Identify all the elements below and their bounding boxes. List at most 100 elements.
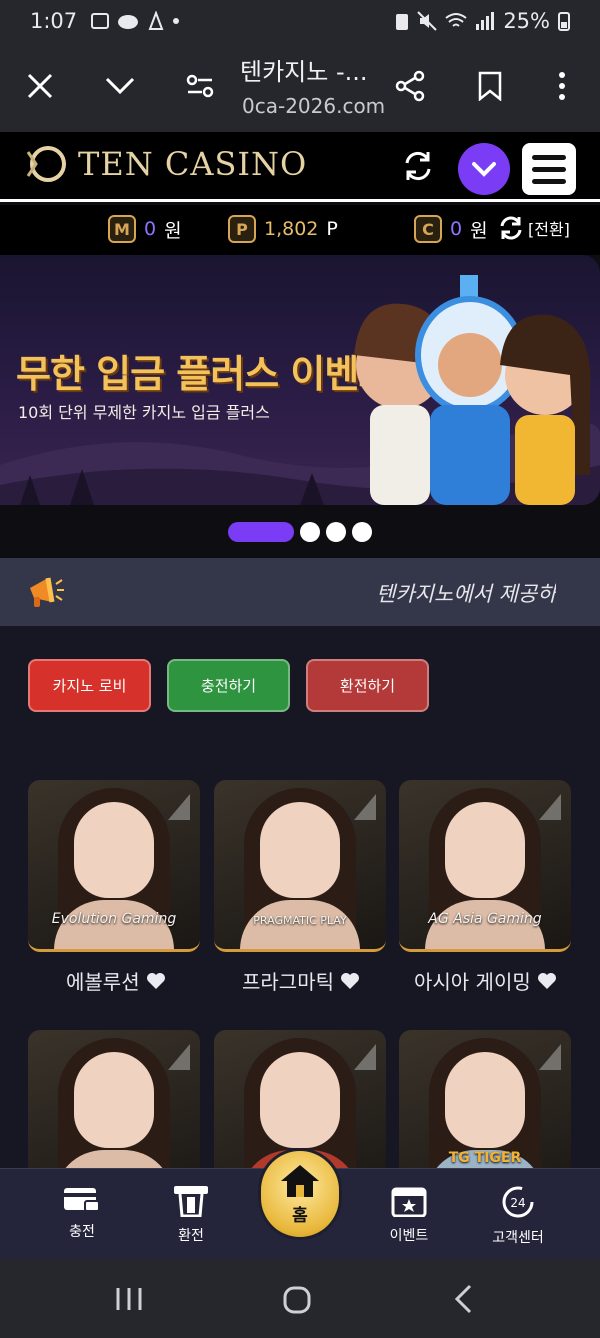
gallery-icon xyxy=(91,13,110,29)
page-title: 텐카지노 -... xyxy=(240,58,368,86)
game-card-evolution[interactable]: Evolution Gaming xyxy=(28,780,200,952)
close-tab-button[interactable] xyxy=(18,64,62,108)
notification-icons xyxy=(91,11,180,31)
home-button[interactable]: 홈 xyxy=(258,1148,342,1240)
m-coin-icon: M xyxy=(108,215,136,243)
site-header: TEN CASINO xyxy=(0,132,600,202)
browser-toolbar: 텐카지노 -... 0ca-2026.com xyxy=(0,42,600,132)
heart-icon[interactable] xyxy=(146,972,166,990)
system-nav-bar xyxy=(0,1258,600,1338)
game-label-pragmatic[interactable]: 프라그마틱 xyxy=(242,966,360,995)
battery-percent: 25% xyxy=(503,9,550,33)
share-button[interactable] xyxy=(388,64,432,108)
game-card-pragmatic[interactable]: PRAGMATIC PLAY xyxy=(214,780,386,952)
wifi-icon xyxy=(445,13,467,27)
balance-bar: M 0 원 P 1,802 P C 0 원 [전환] xyxy=(0,205,600,255)
menu-icon xyxy=(532,154,566,160)
money-value: 0 xyxy=(144,218,157,240)
point-value: 1,802 xyxy=(264,218,319,240)
money-unit: 원 xyxy=(164,219,182,242)
pager-dot-active[interactable] xyxy=(228,522,294,542)
back-button[interactable] xyxy=(452,1284,476,1314)
nav-events-label: 이벤트 xyxy=(389,1228,429,1244)
pager-dot[interactable] xyxy=(326,522,346,542)
bookmark-button[interactable] xyxy=(468,64,512,108)
point-unit: P xyxy=(326,218,338,240)
pager-dot[interactable] xyxy=(352,522,372,542)
refresh-button[interactable] xyxy=(400,148,436,184)
heart-icon[interactable] xyxy=(340,972,360,990)
convert-button[interactable]: [전환] xyxy=(498,215,570,241)
nav-support-label: 고객센터 xyxy=(492,1230,544,1246)
nav-exchange[interactable]: 환전 xyxy=(146,1185,236,1245)
more-notifications-dot xyxy=(173,18,180,24)
home-system-button[interactable] xyxy=(282,1286,312,1314)
provider-logo: AG Asia Gaming xyxy=(428,911,542,927)
casino-lobby-button[interactable]: 카지노 로비 xyxy=(28,659,151,712)
provider-logo: Evolution Gaming xyxy=(51,911,177,927)
nav-events[interactable]: 이벤트 xyxy=(364,1185,454,1245)
home-icon xyxy=(281,1164,319,1197)
banner-pager xyxy=(0,520,600,544)
home-circle-icon xyxy=(283,1286,311,1314)
nav-charge[interactable]: 충전 xyxy=(37,1185,127,1241)
chevron-down-icon xyxy=(472,162,496,177)
nav-exchange-label: 환전 xyxy=(178,1228,204,1244)
heart-icon[interactable] xyxy=(537,972,557,990)
game-label-evolution[interactable]: 에볼루션 xyxy=(66,966,166,995)
provider-logo: PRAGMATIC PLAY xyxy=(253,914,347,927)
card-icon xyxy=(64,1188,100,1212)
notice-text: 텐카지노에서 제공하는 xyxy=(376,582,556,606)
banner-subtitle: 10회 단위 무제한 카지노 입금 플러스 xyxy=(18,403,270,422)
banner-title: 무한 입금 플러스 이벤트 xyxy=(16,352,393,396)
dropdown-button[interactable] xyxy=(458,143,510,195)
promo-banner[interactable]: 무한 입금 플러스 이벤트 10회 단위 무제한 카지노 입금 플러스 xyxy=(0,255,600,505)
page-url[interactable]: 0ca-2026.com xyxy=(242,94,385,118)
more-vert-icon xyxy=(559,72,565,100)
casino-balance: C 0 원 xyxy=(414,215,488,243)
share-icon xyxy=(395,70,425,102)
site-settings-button[interactable] xyxy=(178,64,222,108)
charge-button[interactable]: 충전하기 xyxy=(167,659,290,712)
casino-unit: 원 xyxy=(470,219,488,242)
status-time: 1:07 xyxy=(30,9,78,33)
game-card-asia-gaming[interactable]: AG Asia Gaming xyxy=(399,780,571,952)
battery-icon xyxy=(558,12,570,31)
casino-value: 0 xyxy=(450,218,463,240)
exchange-button[interactable]: 환전하기 xyxy=(306,659,429,712)
back-icon xyxy=(454,1284,472,1314)
site-logo[interactable]: TEN CASINO xyxy=(26,144,307,184)
banner-characters-illustration xyxy=(354,275,591,505)
battery-saver-icon xyxy=(396,14,409,30)
refresh-icon xyxy=(405,151,431,181)
calendar-star-icon xyxy=(391,1187,427,1217)
app-icon xyxy=(148,11,164,30)
cloud-icon xyxy=(118,15,139,29)
support-24h-icon: 24 xyxy=(502,1186,534,1218)
main-content: 카지노 로비 충전하기 환전하기 Evolution Gaming PRAGMA… xyxy=(0,626,600,1202)
p-coin-icon: P xyxy=(228,215,256,243)
recent-apps-button[interactable] xyxy=(114,1286,144,1312)
minimize-button[interactable] xyxy=(98,64,142,108)
c-coin-icon: C xyxy=(414,215,442,243)
game-label-asia-gaming[interactable]: 아시아 게이밍 xyxy=(414,966,557,995)
recent-apps-icon xyxy=(116,1288,142,1310)
pager-dot[interactable] xyxy=(300,522,320,542)
money-balance: M 0 원 xyxy=(108,215,182,243)
home-label: 홈 xyxy=(292,1205,308,1226)
nav-charge-label: 충전 xyxy=(69,1224,95,1240)
convert-icon xyxy=(500,216,522,240)
chevron-down-icon xyxy=(105,77,135,95)
point-balance: P 1,802 P xyxy=(228,215,338,243)
logo-mark-icon xyxy=(26,146,66,182)
logo-text: TEN CASINO xyxy=(78,145,308,183)
svg-text:24: 24 xyxy=(510,1196,525,1210)
more-options-button[interactable] xyxy=(540,64,584,108)
nav-support[interactable]: 24 고객센터 xyxy=(473,1185,563,1247)
close-icon xyxy=(27,73,53,99)
menu-button[interactable] xyxy=(522,143,576,195)
convert-label: [전환] xyxy=(528,220,570,239)
megaphone-icon xyxy=(30,577,64,607)
provider-logo: TG TIGER xyxy=(448,1150,522,1166)
tune-icon xyxy=(186,74,214,98)
